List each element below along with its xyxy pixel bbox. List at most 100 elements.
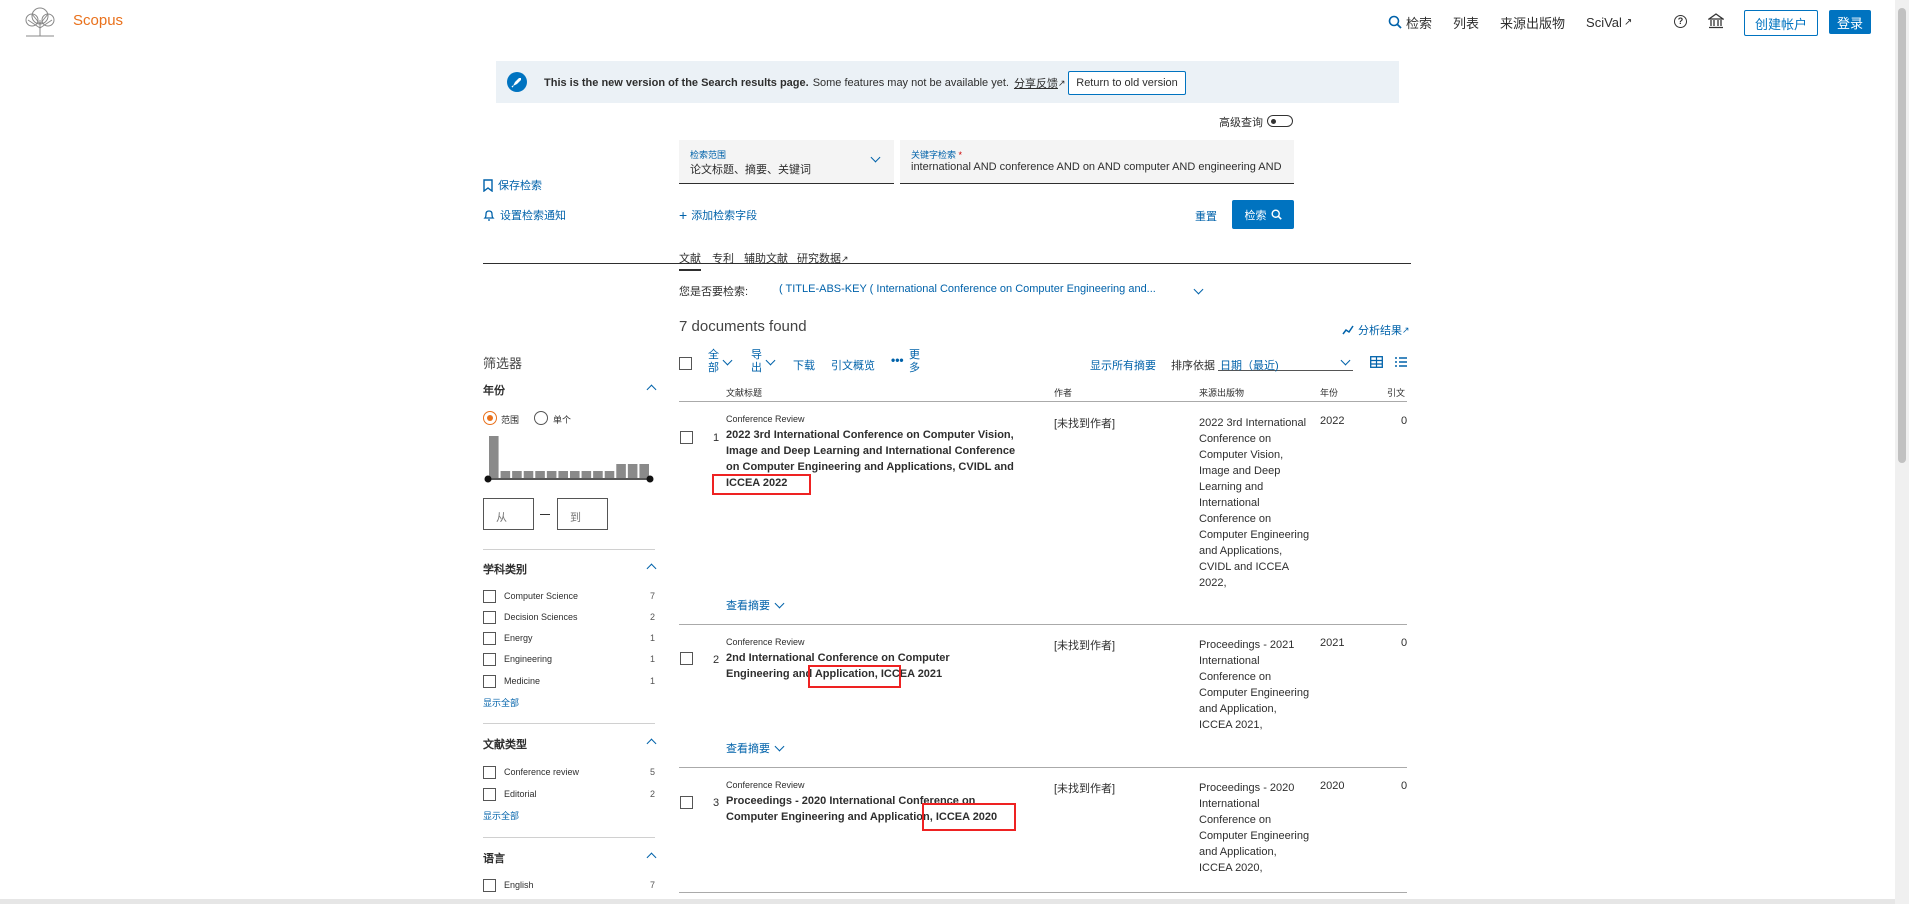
horizontal-scrollbar[interactable]: [0, 899, 1895, 904]
bell-icon: [483, 209, 495, 221]
nav-sources[interactable]: 来源出版物: [1500, 13, 1565, 32]
language-checkbox[interactable]: [483, 878, 496, 892]
chevron-up-icon[interactable]: [646, 738, 657, 749]
histogram-bar: [593, 471, 603, 478]
reset-link[interactable]: 重置: [1195, 208, 1217, 224]
year-filter-title: 年份: [483, 385, 505, 397]
filter-divider: [483, 837, 655, 838]
document-type: Conference Review: [726, 414, 805, 424]
subject-checkbox[interactable]: [483, 610, 496, 624]
feedback-link[interactable]: 分享反馈: [1014, 75, 1058, 91]
did-you-mean-query[interactable]: ( TITLE-ABS-KEY ( International Conferen…: [779, 283, 1156, 295]
view-abstract-label: 查看摘要: [726, 743, 770, 755]
range-slider-handle-max[interactable]: [646, 475, 654, 483]
subject-item[interactable]: Decision Sciences 2: [483, 608, 655, 626]
chevron-down-icon[interactable]: [1193, 284, 1204, 295]
doctype-checkbox[interactable]: [483, 765, 496, 779]
source-title[interactable]: Proceedings - 2020 International Confere…: [1199, 780, 1311, 876]
language-item[interactable]: English 7: [483, 876, 655, 894]
institution-icon[interactable]: [1706, 13, 1726, 32]
vertical-scrollbar[interactable]: [1895, 0, 1909, 904]
analyze-results-link[interactable]: 分析结果 ↗: [1342, 322, 1410, 338]
year-from-input[interactable]: 从: [483, 498, 534, 530]
language-count: 7: [649, 880, 655, 890]
keyword-search-field[interactable]: 关键字检索 * international AND conference AND…: [900, 140, 1294, 184]
search-scope-select[interactable]: 检索范围 论文标题、摘要、关键词: [679, 140, 894, 184]
histogram-bar: [558, 471, 568, 478]
scopus-logo-text[interactable]: Scopus: [73, 12, 123, 29]
doctype-count: 2: [649, 789, 655, 799]
add-search-field-link[interactable]: + 添加检索字段: [679, 207, 757, 223]
language-label: English: [504, 880, 534, 890]
set-alert-link[interactable]: 设置检索通知: [483, 207, 566, 223]
doctype-item[interactable]: Conference review 5: [483, 763, 655, 781]
chevron-down-icon[interactable]: [722, 355, 733, 366]
return-old-version-button[interactable]: Return to old version: [1068, 71, 1186, 95]
nav-lists[interactable]: 列表: [1453, 13, 1479, 32]
source-title[interactable]: 2022 3rd International Conference on Com…: [1199, 415, 1311, 591]
scope-value: 论文标题、摘要、关键词: [690, 164, 811, 176]
subject-count: 1: [649, 676, 655, 686]
chevron-up-icon[interactable]: [646, 563, 657, 574]
chevron-down-icon[interactable]: [765, 355, 776, 366]
row-checkbox[interactable]: [680, 796, 693, 809]
subject-checkbox[interactable]: [483, 674, 496, 688]
view-abstract-link[interactable]: 查看摘要: [726, 740, 785, 756]
login-button[interactable]: 登录: [1829, 10, 1871, 34]
more-button[interactable]: 更多: [909, 349, 921, 375]
tab-documents[interactable]: 文献: [679, 250, 701, 271]
sort-select[interactable]: 日期（最近): [1218, 352, 1353, 372]
row-checkbox[interactable]: [680, 431, 693, 444]
new-version-banner: This is the new version of the Search re…: [496, 61, 1399, 103]
citation-overview-button[interactable]: 引文概览: [831, 357, 875, 373]
doctype-show-all-link[interactable]: 显示全部: [483, 809, 519, 822]
source-title[interactable]: Proceedings - 2021 International Confere…: [1199, 637, 1311, 733]
list-view-icon[interactable]: [1395, 357, 1407, 370]
plus-icon: +: [679, 207, 688, 223]
subject-checkbox[interactable]: [483, 589, 496, 603]
subject-checkbox[interactable]: [483, 652, 496, 666]
histogram-bar: [616, 464, 626, 478]
view-abstract-link[interactable]: 查看摘要: [726, 597, 785, 613]
filters-title: 筛选器: [483, 356, 523, 371]
language-filter-title: 语言: [483, 853, 505, 865]
doctype-item[interactable]: Editorial 2: [483, 785, 655, 803]
help-icon[interactable]: ?: [1674, 15, 1687, 28]
histogram-bar: [512, 471, 522, 478]
table-row: 2 Conference Review 2nd International Co…: [679, 625, 1407, 767]
subject-checkbox[interactable]: [483, 631, 496, 645]
subject-item[interactable]: Energy 1: [483, 629, 655, 647]
year-to-input[interactable]: 到: [557, 498, 608, 530]
elsevier-logo[interactable]: [22, 6, 58, 38]
nav-search[interactable]: 检索: [1406, 13, 1432, 32]
nav-scival[interactable]: SciVal: [1586, 15, 1622, 30]
search-button[interactable]: 检索: [1232, 200, 1294, 229]
download-button[interactable]: 下载: [793, 357, 815, 373]
chevron-up-icon[interactable]: [646, 852, 657, 863]
select-all-checkbox[interactable]: [679, 357, 692, 370]
chevron-up-icon[interactable]: [646, 384, 657, 395]
histogram-bar: [500, 471, 511, 478]
save-search-link[interactable]: 保存检索: [483, 177, 542, 193]
authors: [未找到作者]: [1054, 783, 1116, 795]
show-all-abstracts-button[interactable]: 显示所有摘要: [1090, 357, 1156, 373]
doctype-checkbox[interactable]: [483, 787, 496, 801]
view-abstract-label: 查看摘要: [726, 600, 770, 612]
advanced-search-toggle[interactable]: [1267, 115, 1293, 127]
column-header-source: 来源出版物: [1199, 388, 1245, 398]
subject-item[interactable]: Engineering 1: [483, 650, 655, 668]
range-slider-handle-min[interactable]: [484, 475, 492, 483]
year-single-radio[interactable]: [534, 411, 548, 425]
create-account-button[interactable]: 创建帐户: [1744, 10, 1818, 36]
select-all-dropdown[interactable]: 全部: [708, 349, 720, 375]
subject-show-all-link[interactable]: 显示全部: [483, 696, 519, 709]
scrollbar-thumb[interactable]: [1898, 8, 1906, 463]
row-checkbox[interactable]: [680, 652, 693, 665]
subject-item[interactable]: Computer Science 7: [483, 587, 655, 605]
export-dropdown[interactable]: 导出: [751, 349, 763, 375]
more-options-icon[interactable]: •••: [891, 353, 904, 367]
year-range-radio[interactable]: [483, 411, 497, 425]
table-view-icon[interactable]: [1370, 356, 1383, 371]
set-alert-label: 设置检索通知: [500, 210, 566, 222]
subject-item[interactable]: Medicine 1: [483, 672, 655, 690]
